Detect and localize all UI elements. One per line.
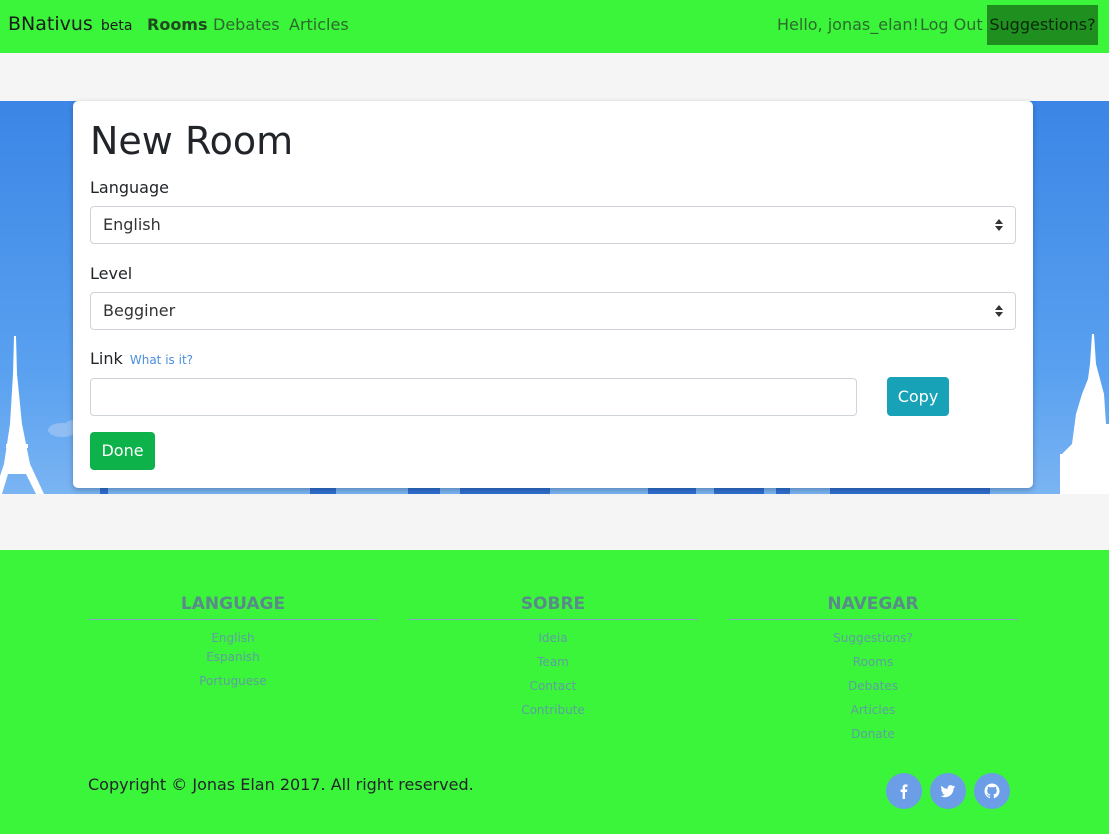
github-icon: [984, 783, 1000, 799]
twitter-button[interactable]: [930, 773, 966, 809]
footer-column-language: LANGUAGE English Espanish Portuguese: [88, 594, 378, 697]
level-select-value: Begginer: [103, 301, 176, 320]
footer-link-english[interactable]: English: [88, 630, 378, 649]
facebook-button[interactable]: [886, 773, 922, 809]
nav-debates-link[interactable]: Debates: [213, 15, 280, 34]
footer-link-contribute[interactable]: Contribute: [408, 702, 698, 726]
copyright-text: Copyright © Jonas Elan 2017. All right r…: [88, 775, 474, 794]
language-select-value: English: [103, 215, 161, 234]
footer-column-sobre: SOBRE Ideia Team Contact Contribute: [408, 594, 698, 726]
footer: LANGUAGE English Espanish Portuguese SOB…: [0, 550, 1109, 834]
link-input[interactable]: [90, 378, 857, 416]
footer-link-suggestions[interactable]: Suggestions?: [728, 630, 1018, 654]
user-greeting: Hello, jonas_elan!: [777, 15, 919, 34]
done-button[interactable]: Done: [90, 432, 155, 470]
select-arrows-icon: [995, 219, 1003, 231]
footer-link-team[interactable]: Team: [408, 654, 698, 678]
language-select[interactable]: English: [90, 206, 1016, 244]
link-label: Link: [90, 349, 123, 368]
language-label: Language: [90, 178, 169, 197]
footer-column-title: NAVEGAR: [728, 594, 1018, 620]
link-label-row: Link What is it?: [90, 349, 193, 368]
footer-link-debates[interactable]: Debates: [728, 678, 1018, 702]
footer-column-title: SOBRE: [408, 594, 698, 620]
level-label: Level: [90, 264, 133, 283]
suggestions-button[interactable]: Suggestions?: [987, 5, 1098, 45]
select-arrows-icon: [995, 305, 1003, 317]
nav-articles-link[interactable]: Articles: [289, 15, 349, 34]
footer-link-articles[interactable]: Articles: [728, 702, 1018, 726]
footer-link-portuguese[interactable]: Portuguese: [88, 673, 378, 697]
what-is-it-link[interactable]: What is it?: [130, 353, 193, 367]
logout-link[interactable]: Log Out: [920, 15, 983, 34]
facebook-icon: [900, 784, 908, 799]
level-select[interactable]: Begginer: [90, 292, 1016, 330]
twitter-icon: [940, 785, 955, 798]
footer-column-title: LANGUAGE: [88, 594, 378, 620]
brand-name: BNativus: [8, 13, 93, 35]
footer-link-ideia[interactable]: Ideia: [408, 630, 698, 654]
nav-rooms-link[interactable]: Rooms: [147, 15, 208, 34]
new-room-card: New Room Language English Level Begginer…: [73, 101, 1033, 488]
footer-link-contact[interactable]: Contact: [408, 678, 698, 702]
footer-link-donate[interactable]: Donate: [728, 726, 1018, 750]
footer-column-navegar: NAVEGAR Suggestions? Rooms Debates Artic…: [728, 594, 1018, 750]
footer-link-rooms[interactable]: Rooms: [728, 654, 1018, 678]
footer-link-espanish[interactable]: Espanish: [88, 649, 378, 673]
top-navbar: BNativus beta Rooms Debates Articles Hel…: [0, 0, 1109, 53]
page-title: New Room: [90, 119, 294, 163]
copy-button[interactable]: Copy: [887, 377, 949, 416]
brand-logo[interactable]: BNativus beta: [8, 13, 132, 35]
github-button[interactable]: [974, 773, 1010, 809]
brand-tag: beta: [100, 18, 133, 34]
